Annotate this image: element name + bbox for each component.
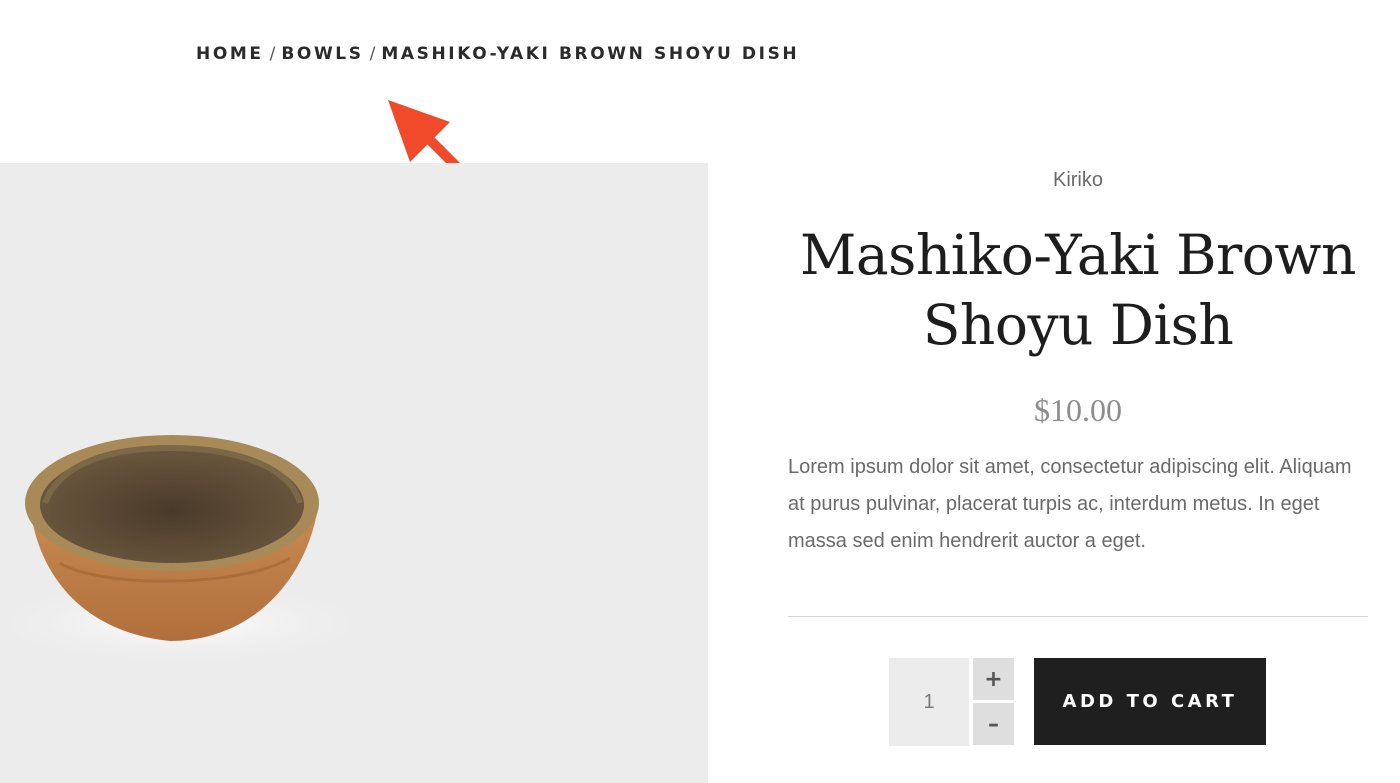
product-page: HOME / BOWLS / MASHIKO-YAKI BROWN SHOYU DISH: [0, 0, 1400, 783]
breadcrumb-current-page: MASHIKO-YAKI BROWN SHOYU DISH: [381, 44, 800, 64]
product-title: Mashiko-Yaki Brown Shoyu Dish: [788, 220, 1368, 360]
product-image[interactable]: [0, 163, 708, 783]
add-to-cart-button[interactable]: ADD TO CART: [1034, 658, 1266, 745]
product-title-line-2: Shoyu Dish: [922, 293, 1234, 357]
breadcrumb-home-link[interactable]: HOME: [196, 44, 264, 64]
quantity-increase-button[interactable]: +: [973, 658, 1014, 700]
shoyu-dish-photo: [0, 435, 390, 668]
divider: [788, 616, 1368, 617]
product-vendor: Kiriko: [1052, 169, 1103, 191]
product-info: Kiriko Mashiko-Yaki Brown Shoyu Dish $10.…: [788, 163, 1368, 580]
quantity-input[interactable]: [889, 658, 969, 746]
product-price: $10.00: [1034, 392, 1122, 428]
product-description: Lorem ipsum dolor sit amet, consectetur …: [788, 456, 1352, 552]
breadcrumb-separator: /: [269, 44, 276, 64]
breadcrumb-bowls-link[interactable]: BOWLS: [281, 44, 363, 64]
breadcrumb-separator: /: [369, 44, 376, 64]
breadcrumb: HOME / BOWLS / MASHIKO-YAKI BROWN SHOYU DISH: [196, 44, 799, 64]
quantity-decrease-button[interactable]: –: [973, 703, 1014, 745]
product-title-line-1: Mashiko-Yaki Brown: [800, 223, 1356, 287]
